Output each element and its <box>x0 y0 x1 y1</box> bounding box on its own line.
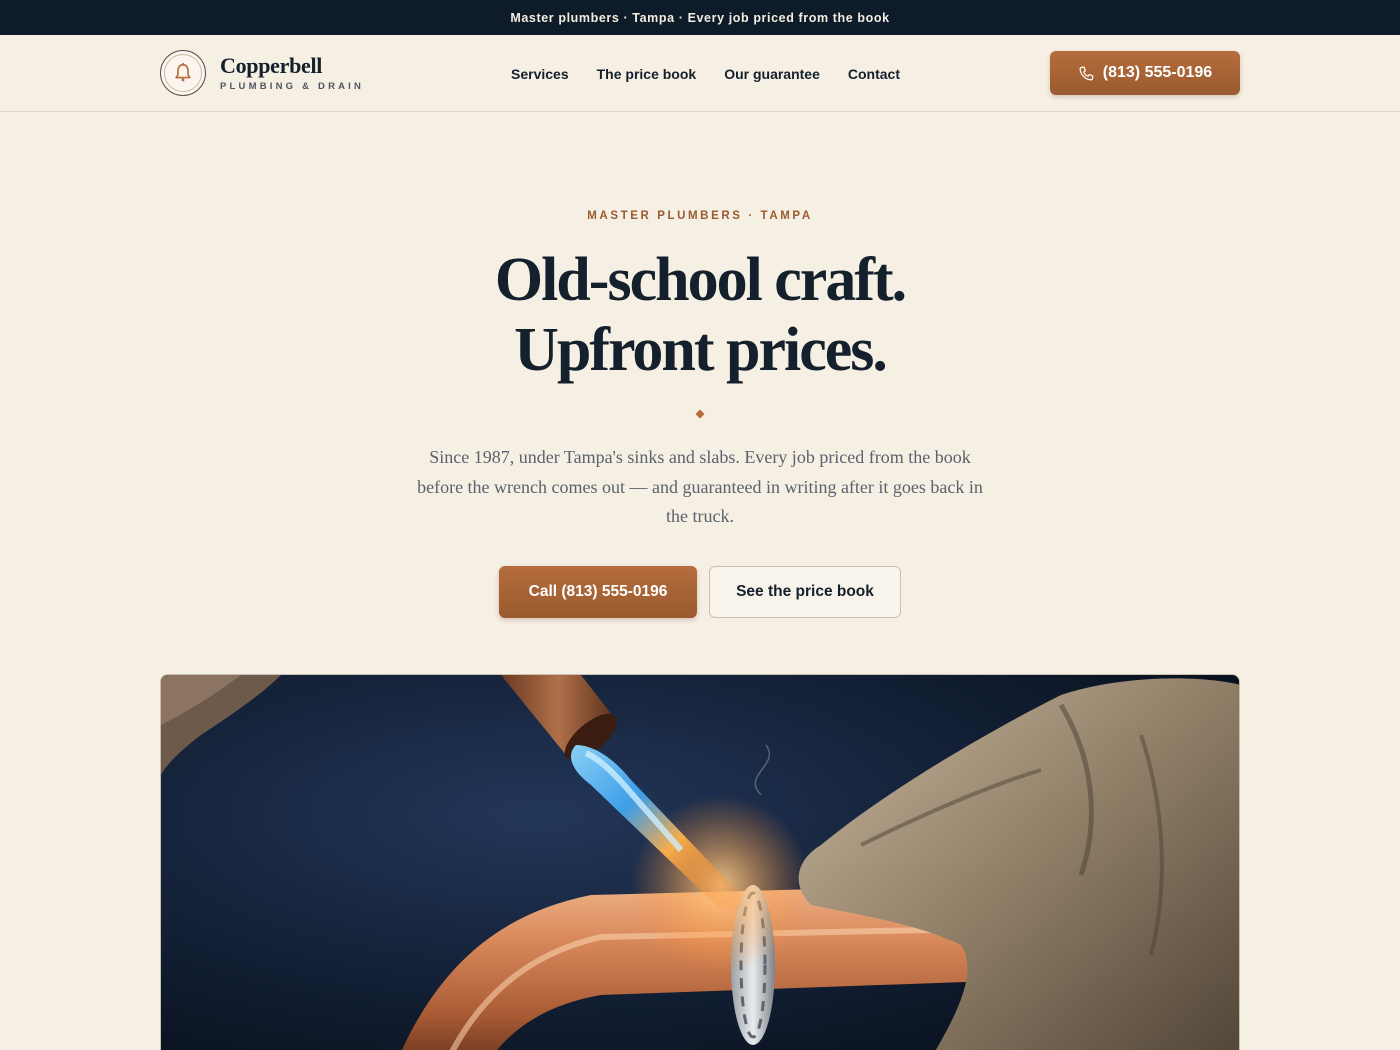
nav-link-services[interactable]: Services <box>511 66 569 82</box>
brand-name: Copperbell <box>220 53 323 79</box>
announcement-bar: Master plumbers · Tampa · Every job pric… <box>0 0 1400 35</box>
main-nav: Services The price book Our guarantee Co… <box>511 35 900 112</box>
torch-soldering-copper-pipe-image <box>160 674 1240 1050</box>
announcement-text: Master plumbers · Tampa · Every job pric… <box>510 10 890 25</box>
hero-lede: Since 1987, under Tampa's sinks and slab… <box>417 447 983 526</box>
header-call-button[interactable]: (813) 555-0196 <box>1050 51 1240 95</box>
call-button[interactable]: Call (813) 555-0196 <box>499 566 697 618</box>
brand-logo-link[interactable]: Copperbell PLUMBING & DRAIN <box>160 50 364 96</box>
site-header: Copperbell PLUMBING & DRAIN Services The… <box>0 35 1400 112</box>
hero-title: Old-school craft. Upfront prices. <box>0 245 1400 385</box>
price-book-button[interactable]: See the price book <box>709 566 901 618</box>
hero-title-line2: Upfront prices. <box>514 316 888 384</box>
ornament-divider <box>590 407 810 419</box>
nav-link-contact[interactable]: Contact <box>848 66 900 82</box>
bell-icon <box>160 50 206 96</box>
nav-link-guarantee[interactable]: Our guarantee <box>724 66 820 82</box>
nav-link-price-book[interactable]: The price book <box>597 66 697 82</box>
header-call-label: (813) 555-0196 <box>1102 64 1213 81</box>
hero-title-line1: Old-school craft. <box>494 246 907 314</box>
phone-icon <box>1079 66 1094 80</box>
brand-tagline: PLUMBING & DRAIN <box>220 80 365 92</box>
hero-eyebrow: MASTER PLUMBERS · TAMPA <box>587 210 813 222</box>
